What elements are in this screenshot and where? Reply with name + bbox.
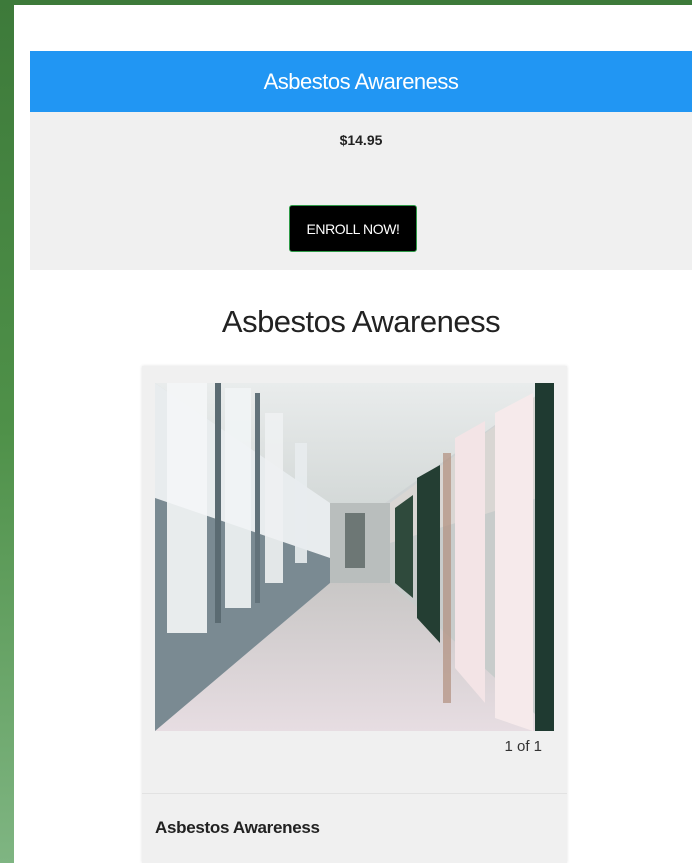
decorative-frame-top [0,0,692,5]
enroll-now-button[interactable]: ENROLL NOW! [289,205,417,252]
image-counter: 1 of 1 [504,738,542,755]
gallery-image[interactable] [155,383,554,731]
gallery-divider [142,793,567,794]
course-price: $14.95 [339,132,383,148]
gallery-caption: Asbestos Awareness [155,818,320,837]
course-card-title: Asbestos Awareness [263,68,459,94]
page-title: Asbestos Awareness [221,304,501,339]
image-gallery: 1 of 1 Asbestos Awareness [142,366,567,863]
course-card: Asbestos Awareness $14.95 ENROLL NOW! [30,51,692,270]
hallway-photo-icon [155,383,554,731]
decorative-frame-left [0,0,14,863]
course-card-header: Asbestos Awareness [30,51,692,112]
